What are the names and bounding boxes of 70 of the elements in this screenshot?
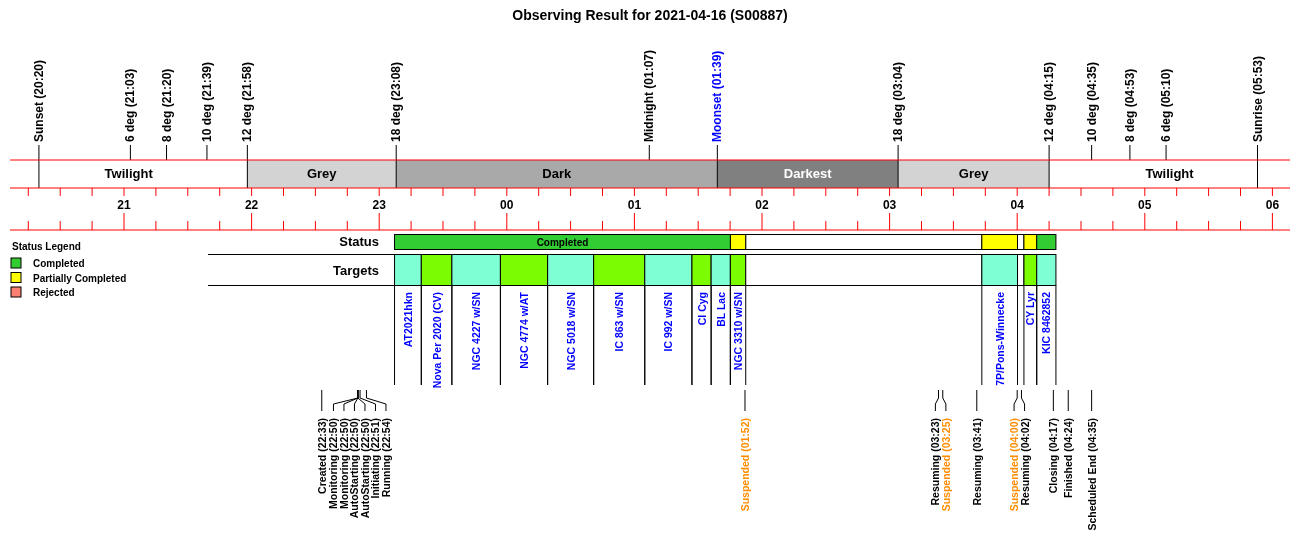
band-label: Twilight <box>104 166 153 181</box>
target-name: CI Cyg <box>695 292 708 326</box>
target-name: BL Lac <box>714 292 727 327</box>
hour-label: 06 <box>1265 198 1280 212</box>
hour-label: 23 <box>372 198 386 212</box>
sky-event-label: 10 deg (21:39) <box>199 61 214 142</box>
target-name: IC 992 w/SN <box>662 292 675 352</box>
leader-line <box>1020 389 1026 412</box>
sky-event-label: Sunrise (05:53) <box>1250 55 1265 142</box>
hour-label: 02 <box>755 198 769 212</box>
hour-label: 21 <box>117 198 131 212</box>
sky-event-label: 10 deg (04:35) <box>1084 61 1099 142</box>
target-name: Nova Per 2020 (CV) <box>430 292 443 389</box>
row-label: Status <box>339 234 379 249</box>
legend-label: Rejected <box>33 287 75 298</box>
leader-line <box>744 389 746 412</box>
leader-line <box>1052 389 1054 412</box>
hour-label: 04 <box>1010 198 1024 212</box>
sky-event-label: 18 deg (23:08) <box>389 61 404 142</box>
band-label: Dark <box>542 166 572 181</box>
target-name: 7P/Pons-Winnecke <box>993 292 1006 386</box>
hour-label: 05 <box>1138 198 1152 212</box>
band-label: Darkest <box>783 166 832 181</box>
row-label: Targets <box>333 263 379 278</box>
sky-event-label: Sunset (20:20) <box>31 59 46 142</box>
target-name: NGC 4227 w/SN <box>470 292 483 371</box>
chart-title: Observing Result for 2021-04-16 (S00887) <box>512 7 788 23</box>
sky-event-label: 12 deg (04:15) <box>1042 61 1057 142</box>
sky-event-label: 8 deg (21:20) <box>159 68 174 142</box>
target-name: KIC 8462852 <box>1040 292 1053 354</box>
status-label: Completed <box>536 237 589 248</box>
sky-event-label: Midnight (01:07) <box>642 50 657 142</box>
legend-label: Completed <box>33 258 85 269</box>
legend-title: Status Legend <box>12 241 81 252</box>
target-name: IC 863 w/SN <box>613 292 626 352</box>
run-event-label: Closing (04:17) <box>1047 418 1060 494</box>
legend-label: Partially Completed <box>33 272 127 284</box>
run-event-label: Scheduled End (04:35) <box>1085 418 1098 531</box>
leader-line <box>1013 389 1018 412</box>
run-event-label: Resuming (03:41) <box>970 418 983 506</box>
band-label: Twilight <box>1145 166 1194 181</box>
leader-line <box>1091 389 1093 412</box>
leader-line <box>976 389 978 412</box>
run-event-label: Finished (04:24) <box>1062 418 1075 498</box>
sky-event-label: 18 deg (03:04) <box>891 61 906 142</box>
run-event-label: Resuming (03:23) <box>929 418 942 506</box>
target-name: NGC 5018 w/SN <box>564 292 577 371</box>
target-name: AT2021hkn <box>401 292 414 348</box>
sky-event-label: 12 deg (21:58) <box>240 61 255 142</box>
sky-event-label: 6 deg (21:03) <box>123 68 138 142</box>
hour-label: 03 <box>882 198 897 212</box>
run-event-label: Created (22:33) <box>315 418 328 494</box>
target-name: CY Lyr <box>1024 292 1037 326</box>
run-event-label: Monitoring (22:50) <box>327 418 340 509</box>
hour-label: 01 <box>627 198 642 212</box>
leader-line <box>321 389 323 412</box>
band-label: Grey <box>306 166 337 181</box>
run-event-label: Suspended (01:52) <box>739 418 751 512</box>
leader-line <box>934 389 939 412</box>
leader-line <box>942 389 947 412</box>
run-event-label: Suspended (04:00) <box>1008 418 1021 512</box>
target-name: NGC 3310 w/SN <box>732 292 745 371</box>
hour-label: 00 <box>500 198 514 212</box>
target-name: NGC 4774 w/AT <box>518 292 530 369</box>
band-label: Grey <box>958 166 989 181</box>
leader-line <box>1067 389 1069 412</box>
sky-event-label: 8 deg (04:53) <box>1122 68 1137 142</box>
sky-event-label: Moonset (01:39) <box>710 50 725 142</box>
hour-label: 22 <box>244 198 259 212</box>
sky-event-label: 6 deg (05:10) <box>1159 68 1174 142</box>
